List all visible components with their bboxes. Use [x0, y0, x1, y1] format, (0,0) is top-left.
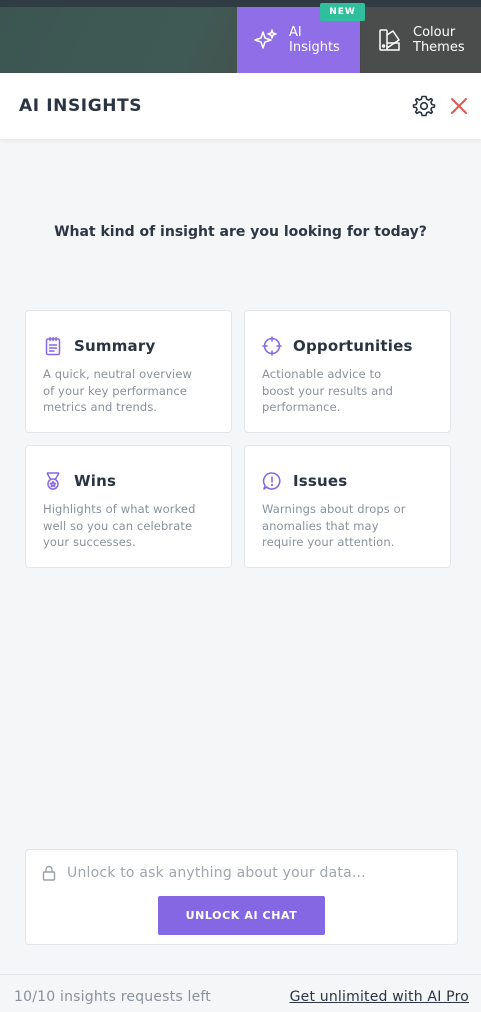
card-desc-line: Warnings about drops or	[262, 502, 406, 516]
insight-question: What kind of insight are you looking for…	[54, 224, 427, 240]
card-desc-line: performance.	[262, 400, 341, 414]
tab-ai-label-1: AI	[289, 25, 302, 40]
card-desc-line: of your key performance	[43, 383, 187, 398]
card-desc-line: require your attention.	[262, 535, 395, 549]
card-title: Issues	[293, 472, 348, 490]
card-opportunities[interactable]: Opportunities Actionable advice to boost…	[244, 310, 451, 433]
gear-icon[interactable]	[412, 94, 436, 118]
card-description: A quick, neutral overview of your key pe…	[43, 366, 215, 416]
sparkle-icon	[253, 27, 279, 53]
card-desc-line: Highlights of what worked	[43, 502, 196, 516]
tab-ai-label-2: Insights	[289, 40, 340, 55]
unlock-ai-chat-button[interactable]: UNLOCK AI CHAT	[158, 896, 325, 935]
top-tab-bar: AI Insights Colour Themes NEW	[0, 0, 481, 73]
footer: 10/10 insights requests left Get unlimit…	[0, 974, 481, 1012]
palette-icon	[377, 27, 403, 53]
card-title: Wins	[74, 472, 117, 490]
crosshair-icon	[262, 336, 282, 356]
lock-icon	[42, 865, 56, 881]
requests-left-text: 10/10 insights requests left	[14, 989, 211, 1005]
card-wins[interactable]: Wins Highlights of what worked well so y…	[25, 445, 232, 568]
card-desc-line: A quick, neutral overview	[43, 367, 193, 381]
panel-header: AI INSIGHTS	[0, 73, 481, 139]
top-edge	[0, 0, 481, 7]
upgrade-link[interactable]: Get unlimited with AI Pro	[290, 989, 469, 1005]
card-desc-line: your successes.	[43, 535, 136, 549]
ai-chat-box: Unlock to ask anything about your data..…	[25, 849, 458, 945]
card-description: Warnings about drops or anomalies that m…	[262, 501, 434, 551]
card-summary[interactable]: Summary A quick, neutral overview of you…	[25, 310, 232, 433]
medal-icon	[43, 471, 63, 491]
card-description: Actionable advice to boost your results …	[262, 366, 434, 416]
close-icon[interactable]	[448, 95, 470, 117]
card-title: Summary	[74, 337, 156, 355]
clipboard-icon	[43, 336, 63, 356]
card-desc-line: Actionable advice to	[262, 367, 382, 381]
card-desc-line: boost your results and	[262, 383, 394, 398]
card-desc-line: well so you can celebrate	[43, 518, 193, 533]
card-issues[interactable]: Issues Warnings about drops or anomalies…	[244, 445, 451, 568]
card-description: Highlights of what worked well so you ca…	[43, 501, 215, 551]
panel-title: AI INSIGHTS	[19, 96, 143, 116]
new-badge: NEW	[320, 3, 365, 21]
chat-placeholder: Unlock to ask anything about your data..…	[67, 865, 366, 881]
card-desc-line: anomalies that may	[262, 518, 379, 533]
card-desc-line: metrics and trends.	[43, 400, 158, 414]
alert-chat-icon	[262, 471, 282, 491]
chat-input[interactable]: Unlock to ask anything about your data..…	[42, 862, 442, 884]
tab-colour-themes[interactable]: Colour Themes	[361, 7, 481, 73]
tab-colour-label-1: Colour	[413, 25, 456, 40]
tab-colour-label-2: Themes	[413, 40, 465, 55]
card-title: Opportunities	[293, 337, 413, 355]
